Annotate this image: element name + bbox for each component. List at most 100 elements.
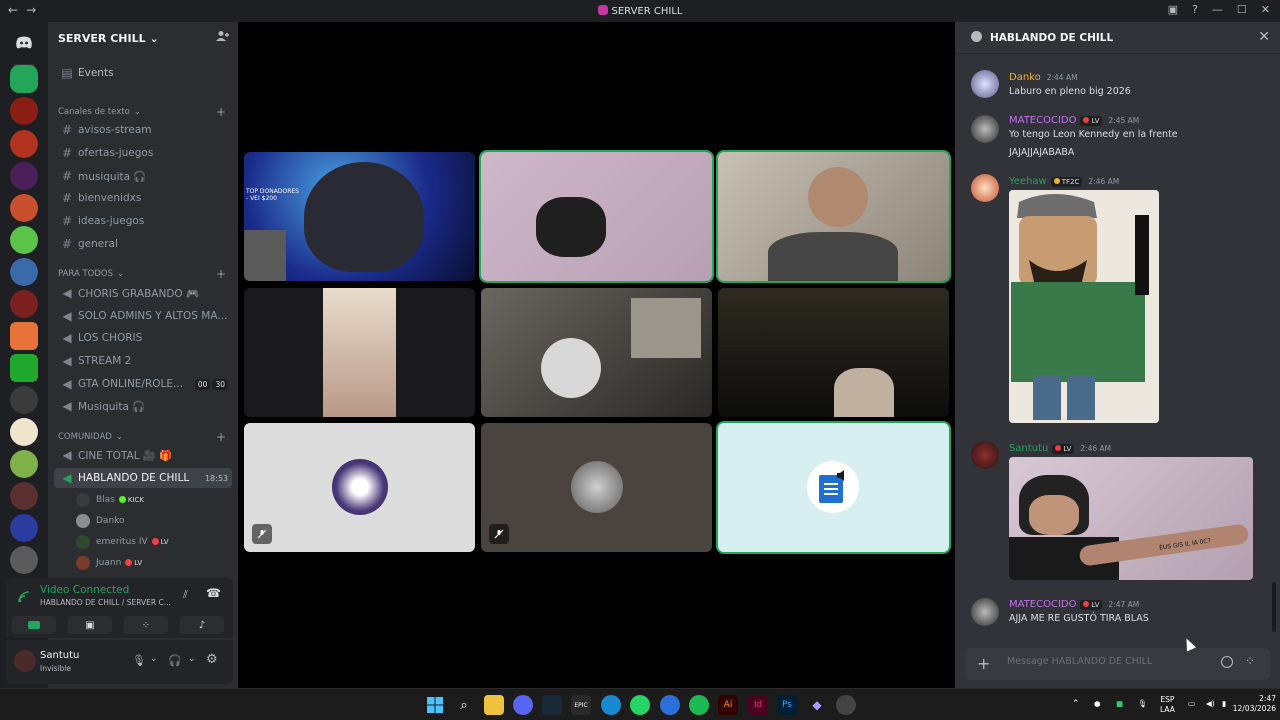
video-tile-avatar[interactable] bbox=[481, 423, 712, 552]
chevron-down-icon[interactable]: ⌄ bbox=[188, 654, 196, 664]
add-channel-icon[interactable]: + bbox=[216, 430, 226, 444]
server-icon[interactable] bbox=[10, 130, 38, 158]
server-icon[interactable] bbox=[10, 418, 38, 446]
language-indicator[interactable]: ESP LAA bbox=[1160, 695, 1175, 715]
video-tile-avatar[interactable] bbox=[244, 423, 475, 552]
emoji-icon[interactable] bbox=[1221, 656, 1233, 668]
tray-app-icon[interactable]: ■ bbox=[1116, 699, 1123, 709]
category-comunidad[interactable]: COMUNIDAD ⌄ + bbox=[58, 430, 230, 444]
message-author[interactable]: Danko bbox=[1009, 72, 1041, 83]
server-icon[interactable] bbox=[10, 514, 38, 542]
chrome-icon[interactable] bbox=[836, 695, 856, 715]
add-channel-icon[interactable]: + bbox=[216, 105, 226, 119]
voice-channel[interactable]: ◀ GTA ONLINE/ROLE... 00 30 bbox=[54, 374, 232, 394]
spotify-icon[interactable] bbox=[689, 695, 709, 715]
server-icon[interactable] bbox=[10, 450, 38, 478]
voice-member[interactable]: Juann LV bbox=[76, 554, 232, 572]
app-icon[interactable] bbox=[660, 695, 680, 715]
search-icon[interactable]: ⌕ bbox=[454, 695, 474, 715]
edge-icon[interactable] bbox=[601, 695, 621, 715]
illustrator-icon[interactable]: Ai bbox=[718, 695, 738, 715]
server-icon[interactable] bbox=[10, 258, 38, 286]
inbox-icon[interactable]: ▣ bbox=[1168, 3, 1178, 16]
photoshop-icon[interactable]: Ps bbox=[777, 695, 797, 715]
video-tile[interactable] bbox=[481, 288, 712, 417]
minimize-icon[interactable]: — bbox=[1212, 3, 1223, 16]
gear-icon[interactable]: ⚙ bbox=[206, 652, 218, 667]
voice-status-title[interactable]: Video Connected bbox=[40, 584, 129, 596]
indesign-icon[interactable]: Id bbox=[748, 695, 768, 715]
video-tile-speaking[interactable] bbox=[718, 152, 949, 281]
chat-scrollbar[interactable] bbox=[1272, 582, 1276, 632]
server-icon[interactable] bbox=[10, 290, 38, 318]
voice-channel[interactable]: ◀ CHORIS GRABANDO 🎮 bbox=[54, 283, 232, 303]
text-channel[interactable]: # ideas-juegos bbox=[54, 211, 232, 231]
disconnect-icon[interactable]: ☎ bbox=[206, 586, 221, 600]
chevron-up-icon[interactable]: ⌃ bbox=[1072, 699, 1080, 709]
message-author[interactable]: MATECOCIDO bbox=[1009, 599, 1076, 610]
start-button[interactable] bbox=[425, 695, 445, 715]
message-input[interactable] bbox=[1007, 656, 1207, 667]
video-tile-speaking[interactable] bbox=[481, 152, 712, 281]
message-author[interactable]: Yeehaw bbox=[1009, 176, 1047, 187]
avatar[interactable] bbox=[971, 70, 999, 98]
voice-member[interactable]: Blas KICK bbox=[76, 491, 232, 509]
message-author[interactable]: Santutu bbox=[1009, 443, 1048, 454]
voice-member[interactable]: Danko bbox=[76, 512, 232, 530]
server-icon[interactable] bbox=[10, 482, 38, 510]
clock[interactable]: 2:47 12/03/2026 bbox=[1226, 694, 1276, 714]
avatar[interactable] bbox=[14, 650, 36, 672]
volume-icon[interactable]: ◀) bbox=[1206, 699, 1215, 709]
microphone-tray-icon[interactable]: 🎙 bbox=[1138, 699, 1148, 709]
chevron-down-icon[interactable]: ⌄ bbox=[150, 654, 158, 664]
maximize-icon[interactable]: ☐ bbox=[1237, 3, 1247, 16]
invite-people-icon[interactable] bbox=[216, 30, 230, 45]
voice-channel[interactable]: ◀ STREAM 2 bbox=[54, 351, 232, 371]
server-icon[interactable] bbox=[10, 226, 38, 254]
signal-icon[interactable] bbox=[18, 588, 30, 607]
screen-share-button[interactable]: ▣ bbox=[68, 616, 112, 634]
text-channel[interactable]: # avisos-stream bbox=[54, 120, 232, 140]
server-header[interactable]: SERVER CHILL ⌄ bbox=[48, 22, 238, 54]
server-icon[interactable] bbox=[10, 322, 38, 350]
category-text-channels[interactable]: Canales de texto ⌄ + bbox=[58, 105, 230, 119]
apps-icon[interactable]: ⁘ bbox=[1245, 654, 1255, 668]
message-author[interactable]: MATECOCIDO bbox=[1009, 115, 1076, 126]
add-channel-icon[interactable]: + bbox=[216, 267, 226, 281]
discord-taskbar-icon[interactable] bbox=[513, 695, 533, 715]
video-tile-speaking[interactable] bbox=[718, 423, 949, 552]
text-channel[interactable]: # musiquita 🎧 bbox=[54, 166, 232, 186]
epic-games-icon[interactable]: EPIC bbox=[571, 695, 591, 715]
server-icon[interactable] bbox=[10, 386, 38, 414]
server-icon[interactable] bbox=[10, 97, 38, 125]
voice-channel-active[interactable]: ◀ HABLANDO DE CHILL 18:53 bbox=[54, 468, 232, 488]
discord-home-button[interactable] bbox=[9, 28, 39, 58]
server-icon[interactable] bbox=[10, 194, 38, 222]
add-attachment-icon[interactable]: + bbox=[977, 654, 990, 673]
voice-status-subtitle[interactable]: HABLANDO DE CHILL / SERVER C... bbox=[40, 598, 171, 607]
tray-app-icon[interactable]: ● bbox=[1094, 699, 1101, 709]
text-channel[interactable]: # bienvenidxs bbox=[54, 188, 232, 208]
voice-channel[interactable]: ◀ Musiquita 🎧 bbox=[54, 396, 232, 416]
voice-channel[interactable]: ◀ LOS CHORIS bbox=[54, 328, 232, 348]
server-icon[interactable] bbox=[10, 162, 38, 190]
activities-button[interactable]: ⁘ bbox=[124, 616, 168, 634]
text-channel[interactable]: # general bbox=[54, 234, 232, 254]
image-attachment[interactable] bbox=[1009, 190, 1159, 423]
voice-channel[interactable]: ◀ SOLO ADMINS Y ALTOS MA... bbox=[54, 306, 232, 326]
voice-channel[interactable]: ◀ CINE TOTAL 🎥 🎁 bbox=[54, 445, 232, 465]
username[interactable]: Santutu bbox=[40, 650, 79, 661]
camera-button[interactable] bbox=[12, 616, 56, 634]
avatar[interactable] bbox=[971, 441, 999, 469]
video-tile[interactable] bbox=[244, 288, 475, 417]
server-icon[interactable] bbox=[10, 354, 38, 382]
close-window-icon[interactable]: ✕ bbox=[1261, 3, 1270, 16]
help-icon[interactable]: ? bbox=[1192, 3, 1198, 16]
app-icon[interactable]: ◆ bbox=[807, 695, 827, 715]
video-tile[interactable] bbox=[718, 288, 949, 417]
avatar[interactable] bbox=[971, 115, 999, 143]
video-tile[interactable]: TOP DONADORES - VEI $200 bbox=[244, 152, 475, 281]
avatar[interactable] bbox=[971, 598, 999, 626]
text-channel[interactable]: # ofertas-juegos bbox=[54, 143, 232, 163]
steam-icon[interactable] bbox=[542, 695, 562, 715]
